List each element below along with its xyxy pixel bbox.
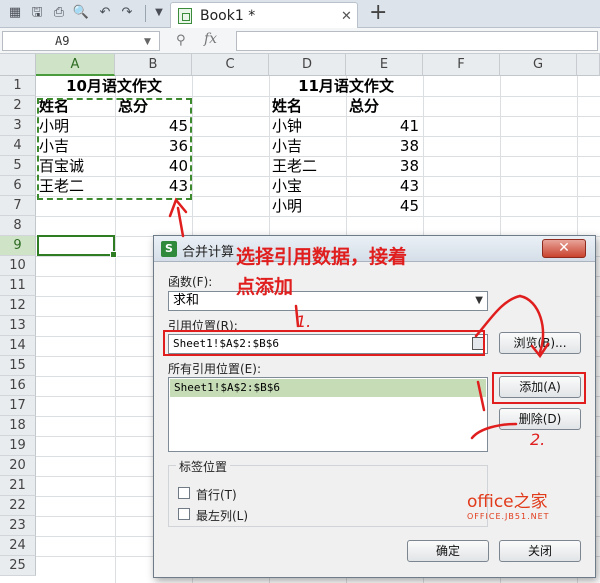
hand-stroke-2 [518,294,545,354]
hand-stroke-4 [470,422,518,440]
watermark-main-text: office之家 [467,492,548,512]
watermark-logo: office之家 OFFICE.JB51.NET [467,487,550,521]
hand-stroke-1 [474,294,522,338]
hand-stroke-3 [476,380,486,412]
arrow-shaft-1 [176,206,185,238]
watermark-sub-text: OFFICE.JB51.NET [467,512,550,521]
hand-stroke-5 [294,304,300,328]
